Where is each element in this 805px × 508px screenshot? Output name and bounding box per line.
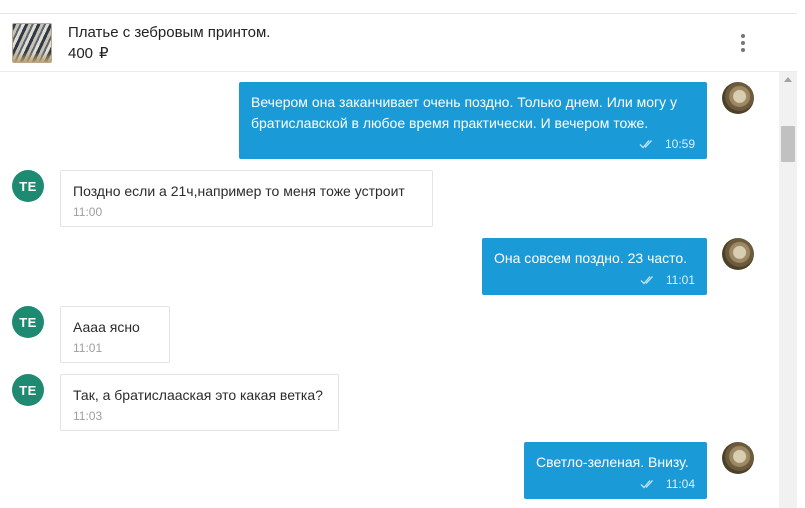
message-time: 11:03 [73,409,103,423]
chat-header: Платье с зебровым принтом. 400 ₽ [0,13,797,71]
incoming-message: Аааа ясно 11:01 [60,306,170,363]
my-avatar [722,442,754,474]
double-check-icon [640,480,653,489]
currency-symbol: ₽ [99,45,109,62]
message-time: 11:04 [665,477,695,491]
double-check-icon [639,140,652,149]
message-text: Так, а братислааская это какая ветка? [73,387,323,403]
my-avatar [722,238,754,270]
message-time: 11:01 [665,273,695,287]
message-meta: 11:01 [640,273,695,287]
outgoing-message: Светло-зеленая. Внизу. 11:04 [524,442,707,499]
outgoing-message: Вечером она заканчивает очень поздно. То… [239,82,707,159]
contact-avatar: TE [12,306,44,338]
incoming-message: Поздно если а 21ч,например то меня тоже … [60,170,433,227]
contact-avatar: TE [12,374,44,406]
product-price: 400 ₽ [68,44,109,62]
message-text: Аааа ясно [73,319,140,335]
message-meta: 10:59 [639,137,695,151]
price-value: 400 [68,45,94,62]
message-text: Поздно если а 21ч,например то меня тоже … [73,183,405,199]
product-thumbnail[interactable] [12,23,52,63]
contact-avatar: TE [12,170,44,202]
product-title[interactable]: Платье с зебровым принтом. [68,24,270,41]
message-text: Она совсем поздно. 23 часто. [494,250,688,266]
more-vertical-icon[interactable] [733,32,753,54]
message-text: Вечером она заканчивает очень поздно. То… [251,94,678,131]
message-time: 11:00 [73,205,103,219]
scroll-up-arrow-icon[interactable] [784,77,792,82]
my-avatar [722,82,754,114]
message-text: Светло-зеленая. Внизу. [536,454,689,470]
message-time: 10:59 [664,137,695,151]
outgoing-message: Она совсем поздно. 23 часто. 11:01 [482,238,707,295]
message-meta: 11:04 [640,477,695,491]
scrollbar-thumb[interactable] [781,126,795,162]
double-check-icon [640,276,653,285]
incoming-message: Так, а братислааская это какая ветка? 11… [60,374,339,431]
message-time: 11:01 [73,341,103,355]
